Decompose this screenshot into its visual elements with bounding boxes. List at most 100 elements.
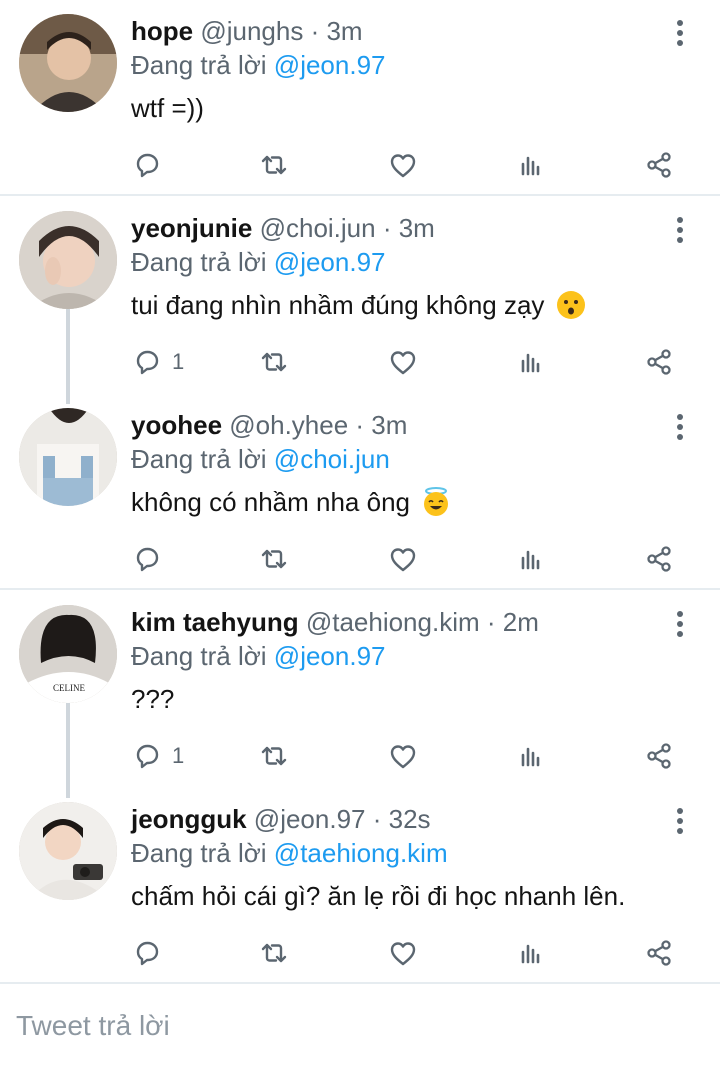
more-vertical-icon[interactable] [670, 20, 690, 50]
shirt-print: CELINE [53, 683, 85, 693]
handle[interactable]: @choi.jun [260, 213, 376, 243]
handle[interactable]: @jeon.97 [254, 804, 366, 834]
display-name[interactable]: jeongguk [131, 804, 247, 834]
reply-button[interactable] [132, 542, 172, 576]
halo-smile-emoji-icon [424, 487, 449, 516]
reply-prefix: Đang trả lời [131, 444, 267, 474]
reply-mention[interactable]: @choi.jun [274, 444, 390, 474]
tweet-text-row: tui đang nhìn nhầm đúng không zạy [131, 287, 586, 323]
tweet-item[interactable]: yoohee @oh.yhee · 3m Đang trả lời @choi.… [0, 408, 720, 588]
tweet-header: kim taehyung @taehiong.kim · 2m [131, 605, 539, 639]
divider [0, 194, 720, 196]
timestamp: · 3m [382, 213, 435, 243]
tweet-item[interactable]: yeonjunie @choi.jun · 3m Đang trả lời @j… [0, 211, 720, 391]
tweet-text: tui đang nhìn nhầm đúng không zạy [131, 290, 545, 320]
replying-to: Đang trả lời @jeon.97 [131, 48, 386, 82]
like-button[interactable] [388, 936, 418, 970]
retweet-icon [259, 150, 289, 180]
reply-mention[interactable]: @jeon.97 [274, 641, 386, 671]
divider [0, 982, 720, 984]
display-name[interactable]: yoohee [131, 410, 222, 440]
heart-icon [388, 150, 418, 180]
reply-mention[interactable]: @jeon.97 [274, 50, 386, 80]
like-button[interactable] [388, 148, 418, 182]
more-vertical-icon[interactable] [670, 611, 690, 641]
retweet-button[interactable] [259, 739, 289, 773]
share-button[interactable] [644, 148, 674, 182]
more-vertical-icon[interactable] [670, 414, 690, 444]
reply-button[interactable]: 1 [132, 345, 184, 379]
reply-button[interactable]: 1 [132, 739, 184, 773]
tweet-text: chấm hỏi cái gì? ăn lẹ rồi đi học nhanh … [131, 881, 626, 911]
replying-to: Đang trả lời @choi.jun [131, 442, 390, 476]
hushed-face-emoji-icon [556, 291, 585, 319]
timestamp: · 3m [310, 16, 363, 46]
reply-prefix: Đang trả lời [131, 641, 267, 671]
handle[interactable]: @oh.yhee [229, 410, 348, 440]
analytics-icon [516, 544, 546, 574]
more-vertical-icon[interactable] [670, 217, 690, 247]
tweet-actions: 1 [0, 345, 720, 385]
analytics-icon [516, 347, 546, 377]
like-button[interactable] [388, 542, 418, 576]
replying-to: Đang trả lời @jeon.97 [131, 639, 386, 673]
replying-to: Đang trả lời @jeon.97 [131, 245, 386, 279]
avatar[interactable] [19, 802, 117, 900]
retweet-icon [259, 544, 289, 574]
heart-icon [388, 938, 418, 968]
retweet-button[interactable] [259, 936, 289, 970]
timestamp: · 2m [486, 607, 539, 637]
reply-prefix: Đang trả lời [131, 50, 267, 80]
timestamp: · 3m [355, 410, 408, 440]
share-icon [644, 150, 674, 180]
tweet-item[interactable]: jeongguk @jeon.97 · 32s Đang trả lời @ta… [0, 802, 720, 982]
heart-icon [388, 741, 418, 771]
more-vertical-icon[interactable] [670, 808, 690, 838]
analytics-button[interactable] [516, 542, 546, 576]
analytics-button[interactable] [516, 936, 546, 970]
reply-composer-input[interactable]: Tweet trả lời [16, 1010, 170, 1042]
display-name[interactable]: yeonjunie [131, 213, 252, 243]
share-button[interactable] [644, 542, 674, 576]
analytics-button[interactable] [516, 148, 546, 182]
tweet-item[interactable]: CELINE kim taehyung @taehiong.kim · 2m Đ… [0, 605, 720, 785]
retweet-icon [259, 741, 289, 771]
tweet-item[interactable]: hope @junghs · 3m Đang trả lời @jeon.97 … [0, 14, 720, 194]
reply-prefix: Đang trả lời [131, 838, 267, 868]
retweet-icon [259, 347, 289, 377]
replying-to: Đang trả lời @taehiong.kim [131, 836, 448, 870]
heart-icon [388, 544, 418, 574]
share-button[interactable] [644, 936, 674, 970]
reply-prefix: Đang trả lời [131, 247, 267, 277]
avatar[interactable] [19, 408, 117, 506]
reply-icon [132, 938, 162, 968]
reply-icon [132, 741, 162, 771]
like-button[interactable] [388, 739, 418, 773]
reply-mention[interactable]: @taehiong.kim [274, 838, 448, 868]
tweet-text: wtf =)) [131, 93, 204, 123]
like-button[interactable] [388, 345, 418, 379]
reply-icon [132, 150, 162, 180]
avatar[interactable]: CELINE [19, 605, 117, 703]
handle[interactable]: @taehiong.kim [306, 607, 480, 637]
retweet-button[interactable] [259, 148, 289, 182]
share-button[interactable] [644, 345, 674, 379]
retweet-button[interactable] [259, 345, 289, 379]
heart-icon [388, 347, 418, 377]
share-button[interactable] [644, 739, 674, 773]
display-name[interactable]: hope [131, 16, 193, 46]
analytics-icon [516, 741, 546, 771]
reply-button[interactable] [132, 148, 172, 182]
avatar[interactable] [19, 211, 117, 309]
reply-mention[interactable]: @jeon.97 [274, 247, 386, 277]
display-name[interactable]: kim taehyung [131, 607, 299, 637]
analytics-button[interactable] [516, 739, 546, 773]
retweet-icon [259, 938, 289, 968]
analytics-button[interactable] [516, 345, 546, 379]
handle[interactable]: @junghs [200, 16, 303, 46]
tweet-actions [0, 542, 720, 582]
reply-button[interactable] [132, 936, 172, 970]
retweet-button[interactable] [259, 542, 289, 576]
avatar[interactable] [19, 14, 117, 112]
reply-icon [132, 544, 162, 574]
